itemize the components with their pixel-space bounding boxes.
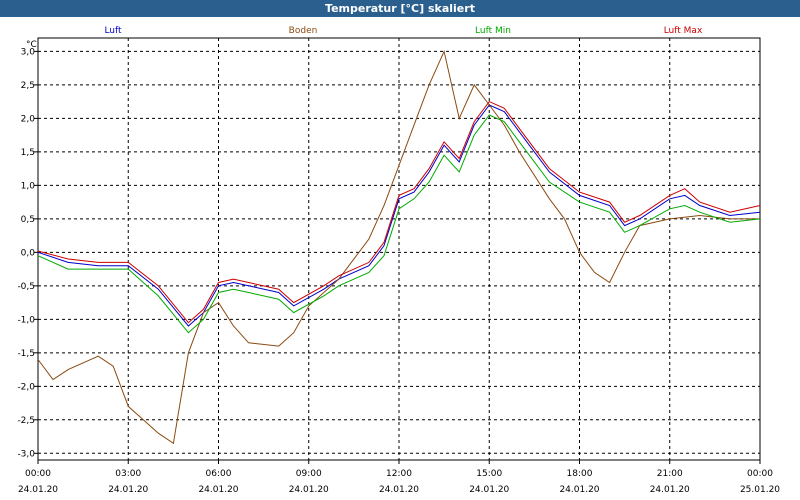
y-tick-label: -3,0 [17,449,35,459]
y-tick-label: 1,5 [21,148,35,158]
y-tick-label: 0,0 [21,248,36,258]
x-tick-date: 24.01.20 [289,485,329,495]
x-tick-date: 24.01.20 [379,485,419,495]
legend-entry-luft-max: Luft Max [664,26,703,36]
x-tick-time: 06:00 [206,469,232,479]
x-tick-time: 03:00 [115,469,141,479]
x-tick-time: 00:00 [747,469,773,479]
x-tick-date: 24.01.20 [108,485,148,495]
temperature-chart: 3,02,52,01,51,00,50,0-0,5-1,0-1,5-2,0-2,… [17,26,780,495]
legend-entry-boden: Boden [289,26,318,36]
y-axis: 3,02,52,01,51,00,50,0-0,5-1,0-1,5-2,0-2,… [17,47,38,459]
x-tick-time: 21:00 [657,469,683,479]
x-tick-date: 25.01.20 [740,485,780,495]
x-tick-date: 24.01.20 [650,485,690,495]
y-tick-label: -1,5 [17,349,35,359]
x-tick-date: 24.01.20 [18,485,58,495]
y-axis-label: °C [26,40,37,50]
y-tick-label: -2,0 [17,382,35,392]
x-tick-date: 24.01.20 [469,485,509,495]
x-axis: 00:00 24.01.20 03:00 24.01.20 06:00 24.01.20 0… [18,460,780,495]
y-tick-label: -2,5 [17,416,35,426]
legend-entry-luft-min: Luft Min [475,26,511,36]
x-tick-time: 00:00 [25,469,51,479]
legend-entry-luft: Luft [104,26,122,36]
legend: Luft Boden Luft Min Luft Max [104,26,703,36]
x-tick-date: 24.01.20 [559,485,599,495]
x-tick-time: 18:00 [567,469,593,479]
y-tick-label: 0,5 [21,215,35,225]
x-tick-date: 24.01.20 [198,485,238,495]
x-tick-time: 15:00 [476,469,502,479]
y-tick-label: -1,0 [17,315,35,325]
y-tick-label: 2,5 [21,81,35,91]
x-tick-time: 09:00 [296,469,322,479]
x-tick-time: 12:00 [386,469,412,479]
y-tick-label: 1,0 [21,181,36,191]
y-tick-label: -0,5 [17,282,35,292]
y-tick-label: 2,0 [21,114,36,124]
